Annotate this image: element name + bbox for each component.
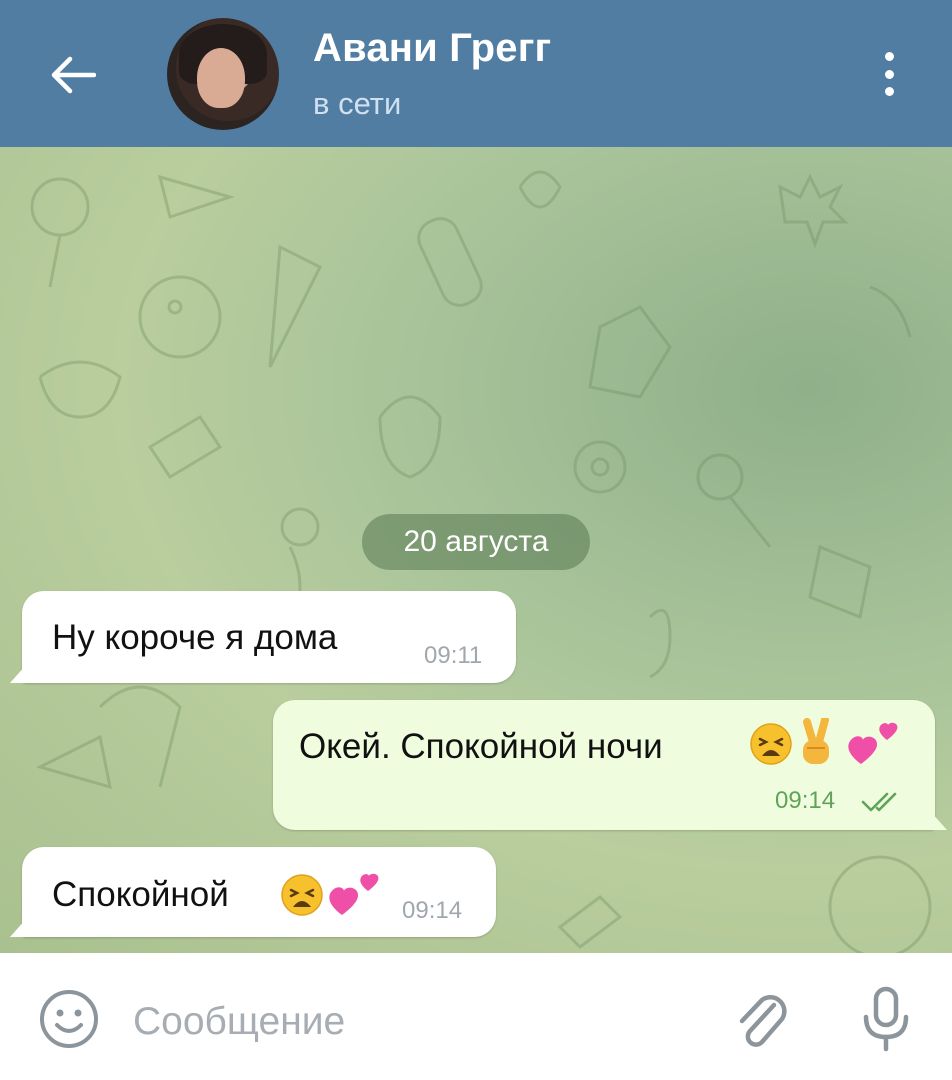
message-text: Окей. Спокойной ночи xyxy=(299,727,663,766)
message-bubble-incoming[interactable]: Ну короче я дома 09:11 xyxy=(10,591,516,683)
message-text: Спокойной xyxy=(52,875,229,914)
message-input[interactable]: Сообщение xyxy=(133,1000,345,1044)
message-time: 09:14 xyxy=(775,787,836,814)
two-hearts-emoji xyxy=(848,722,898,764)
weary-face-emoji xyxy=(281,874,323,916)
bubble-tail xyxy=(10,665,26,683)
contact-status: в сети xyxy=(313,86,402,121)
weary-face-emoji xyxy=(750,723,792,765)
message-bubble-outgoing[interactable]: Окей. Спокойной ночи 09:14 xyxy=(273,700,947,830)
message-bubble-incoming[interactable]: Спокойной 09:14 xyxy=(10,847,496,937)
message-text: Ну короче я дома xyxy=(52,618,338,657)
microphone-icon[interactable] xyxy=(860,985,912,1055)
chat-area[interactable]: 20 августа Ну короче я дома 09:11 Окей. … xyxy=(0,147,952,953)
chat-header: Авани Грегг в сети xyxy=(0,0,952,147)
date-separator: 20 августа xyxy=(362,514,590,570)
contact-name[interactable]: Авани Грегг xyxy=(313,26,551,71)
more-vertical-icon xyxy=(884,52,894,61)
smiley-icon[interactable] xyxy=(38,988,100,1050)
paperclip-icon[interactable] xyxy=(732,987,792,1053)
back-button[interactable] xyxy=(38,40,108,110)
message-time: 09:11 xyxy=(424,642,483,669)
menu-dot xyxy=(884,69,894,79)
two-hearts-emoji xyxy=(329,873,379,915)
victory-hand-emoji xyxy=(803,718,829,764)
menu-dot xyxy=(884,87,894,96)
avatar-face xyxy=(197,48,245,108)
message-time: 09:14 xyxy=(402,897,463,924)
bubble-tail xyxy=(931,812,947,830)
avatar[interactable] xyxy=(167,18,279,130)
arrow-left-icon xyxy=(51,56,96,94)
double-check-read-icon xyxy=(861,792,897,812)
more-options-button[interactable] xyxy=(866,46,912,102)
bubble-tail xyxy=(10,919,26,937)
